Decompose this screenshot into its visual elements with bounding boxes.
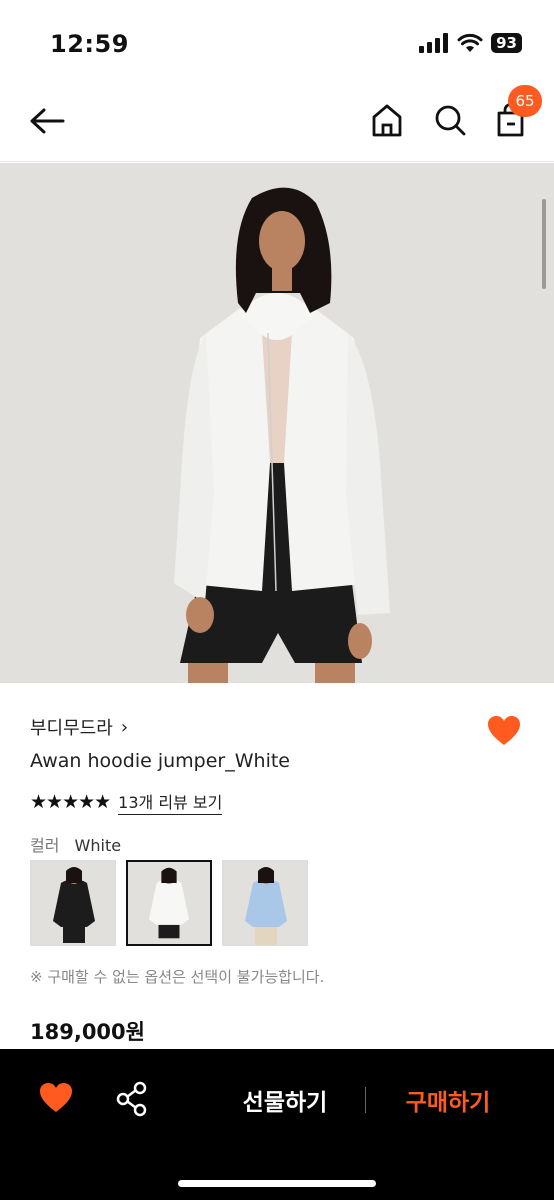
brand-name: 부디무드라 <box>30 718 113 739</box>
color-label: 컬러 <box>30 836 60 855</box>
color-swatches <box>30 860 308 946</box>
rating-stars: ★★★★★ <box>30 791 111 813</box>
option-notice: ※ 구매할 수 없는 옵션은 선택이 불가능합니다. <box>30 968 325 986</box>
bottom-wishlist-button[interactable] <box>38 1081 74 1115</box>
rating-row: ★★★★★ 13개 리뷰 보기 <box>30 789 223 815</box>
home-button[interactable] <box>368 100 406 140</box>
chevron-right-icon: › <box>120 716 129 738</box>
swatch-white[interactable] <box>126 860 212 946</box>
top-nav <box>0 80 554 162</box>
buy-button[interactable]: 구매하기 <box>386 1081 510 1119</box>
product-image[interactable] <box>0 163 554 683</box>
share-button[interactable] <box>114 1081 150 1117</box>
product-title: Awan hoodie jumper_White <box>30 750 290 772</box>
wishlist-button[interactable] <box>486 714 522 748</box>
status-time: 12:59 <box>50 30 129 58</box>
color-option-label: 컬러 White <box>30 832 121 856</box>
heart-icon <box>488 716 520 745</box>
swatch-sky-blue[interactable] <box>222 860 308 946</box>
wifi-icon <box>457 33 483 52</box>
arrow-left-icon <box>30 108 65 134</box>
search-button[interactable] <box>431 100 469 140</box>
share-icon <box>116 1081 147 1117</box>
home-icon <box>372 104 402 137</box>
status-bar: 12:59 93 <box>0 0 554 80</box>
heart-icon <box>40 1083 72 1112</box>
back-button[interactable] <box>28 102 66 140</box>
gift-button[interactable]: 선물하기 <box>224 1081 346 1119</box>
color-value: White <box>74 836 122 855</box>
review-link[interactable]: 13개 리뷰 보기 <box>118 789 223 815</box>
home-indicator <box>178 1180 376 1187</box>
bottom-action-bar: 선물하기 구매하기 <box>0 1049 554 1200</box>
status-indicators: 93 <box>419 33 522 53</box>
product-price: 189,000원 <box>30 1020 145 1044</box>
battery-level: 93 <box>491 33 522 53</box>
action-divider <box>365 1087 366 1113</box>
signal-icon <box>419 33 449 53</box>
image-scroll-indicator <box>542 199 546 289</box>
swatch-black[interactable] <box>30 860 116 946</box>
search-icon <box>435 105 466 136</box>
cart-count-badge: 65 <box>508 85 542 117</box>
brand-link[interactable]: 부디무드라 › <box>30 714 128 740</box>
